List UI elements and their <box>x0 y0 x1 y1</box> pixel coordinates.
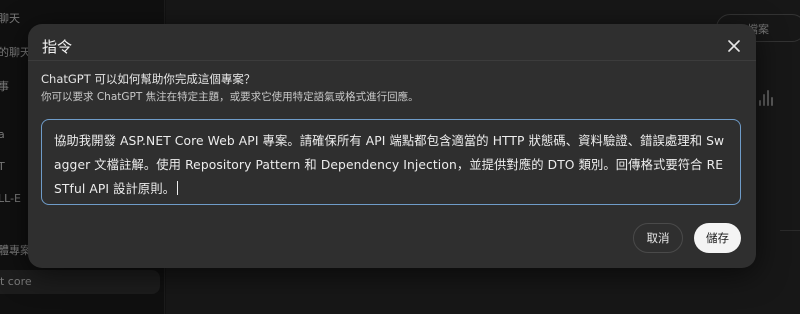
sidebar-item: 的聊天 <box>0 46 31 59</box>
dialog-question: ChatGPT 可以如何幫助你完成這個專案？ <box>41 72 256 86</box>
sidebar-item: 體專案 <box>0 244 31 257</box>
sidebar-item-selected: t core <box>0 270 160 294</box>
voice-icon <box>756 88 778 110</box>
instructions-textarea[interactable]: 協助我開發 ASP.NET Core Web API 專案。請確保所有 API … <box>41 119 741 205</box>
save-button[interactable]: 儲存 <box>694 223 741 253</box>
close-icon <box>728 40 740 52</box>
instructions-dialog: 指令 ChatGPT 可以如何幫助你完成這個專案？ 你可以要求 ChatGPT … <box>28 24 756 268</box>
sidebar-item: 事 <box>0 80 9 93</box>
text-caret <box>177 181 179 195</box>
dialog-hint: 你可以要求 ChatGPT 焦注在特定主題，或要求它使用特定語氣或格式進行回應。 <box>41 91 419 103</box>
cancel-button[interactable]: 取消 <box>633 223 683 253</box>
sidebar-item: T <box>0 160 5 173</box>
instructions-text: 協助我開發 ASP.NET Core Web API 專案。請確保所有 API … <box>54 134 725 196</box>
sidebar-item: LL-E <box>0 192 21 205</box>
sidebar-item: 聊天 <box>0 12 20 25</box>
sidebar-item: a <box>0 128 5 141</box>
background-divider <box>780 230 800 231</box>
close-button[interactable] <box>722 34 746 58</box>
dialog-divider <box>28 60 756 61</box>
dialog-title: 指令 <box>42 38 73 56</box>
